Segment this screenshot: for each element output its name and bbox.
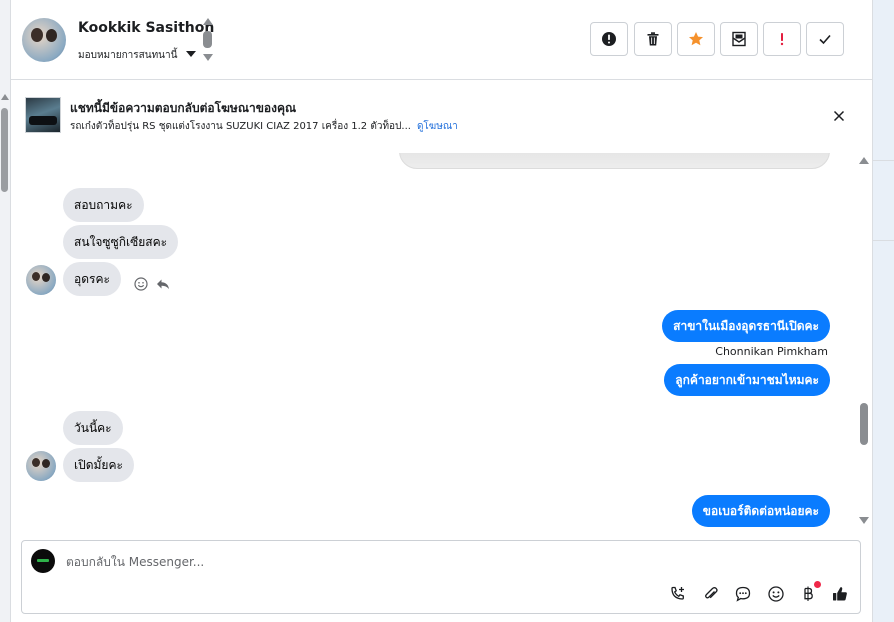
paperclip-icon <box>705 587 718 599</box>
contact-name[interactable]: Kookkik Sasithon <box>78 20 214 36</box>
ad-description: รถเก๋งตัวท็อปรุ่น RS ชุดแต่งโรงงาน SUZUK… <box>70 121 411 132</box>
previous-conversation-icon[interactable] <box>203 18 213 25</box>
alert-circle-icon <box>602 32 616 46</box>
navigator-handle[interactable] <box>203 31 212 48</box>
delete-button[interactable] <box>634 22 672 56</box>
ad-reply-banner: แชทนี้มีข้อความตอบกลับต่อโฆษณาของคุณ รถเ… <box>11 81 872 153</box>
thread-scrollbar[interactable] <box>857 153 871 530</box>
thumbs-up-icon <box>833 587 847 601</box>
contact-avatar-small[interactable] <box>26 265 56 295</box>
trash-icon <box>647 32 659 46</box>
scrollbar-thumb[interactable] <box>1 108 8 192</box>
mark-done-button[interactable] <box>806 22 844 56</box>
scroll-up-arrow-icon[interactable] <box>1 94 9 100</box>
page-avatar <box>31 549 55 573</box>
message-thread[interactable]: สอบถามคะ สนใจซูซูกิเซียสคะ อุดรคะ สาขาใน… <box>11 153 872 530</box>
reply-composer <box>21 540 861 614</box>
incoming-message[interactable]: สนใจซูซูกิเซียสคะ <box>63 225 179 259</box>
check-icon <box>819 34 831 45</box>
call-button[interactable] <box>668 584 688 604</box>
react-button[interactable] <box>133 276 149 292</box>
star-button[interactable] <box>677 22 715 56</box>
outgoing-message[interactable]: สาขาในเมืองอุดรธานีเปิดคะ <box>662 310 830 342</box>
right-side-panel-edge <box>872 0 894 622</box>
divider <box>872 240 894 241</box>
saved-replies-button[interactable] <box>733 584 753 604</box>
phone-plus-icon <box>671 586 684 600</box>
envelope-icon <box>732 31 746 47</box>
divider <box>872 0 873 622</box>
incoming-message[interactable]: สอบถามคะ <box>63 188 144 222</box>
mark-unread-button[interactable] <box>720 22 758 56</box>
mark-spam-button[interactable] <box>590 22 628 56</box>
emoji-button[interactable] <box>766 584 786 604</box>
scroll-down-arrow-icon[interactable] <box>859 517 869 524</box>
exclamation-icon <box>780 33 784 46</box>
incoming-message[interactable]: อุดรคะ <box>63 262 121 296</box>
contact-avatar[interactable] <box>22 18 66 62</box>
conversation-navigator[interactable] <box>202 18 214 64</box>
reply-input[interactable] <box>66 552 666 572</box>
baht-icon <box>804 586 813 601</box>
incoming-message[interactable]: วันนี้คะ <box>63 411 123 445</box>
scrollbar-thumb[interactable] <box>860 403 868 445</box>
sender-name: Chonnikan Pimkham <box>715 345 828 358</box>
divider <box>872 160 894 161</box>
left-scrollbar[interactable] <box>0 0 11 622</box>
close-banner-button[interactable] <box>831 108 847 124</box>
inbox-conversation-panel: Kookkik Sasithon มอบหมายการสนทนานี้ แชทน… <box>0 0 894 622</box>
assign-conversation-dropdown[interactable]: มอบหมายการสนทนานี้ <box>78 48 177 63</box>
ad-description-row: รถเก๋งตัวท็อปรุ่น RS ชุดแต่งโรงงาน SUZUK… <box>70 119 458 134</box>
incoming-message[interactable]: เปิดมั้ยคะ <box>63 448 134 482</box>
flag-important-button[interactable] <box>763 22 801 56</box>
outgoing-message[interactable]: ขอเบอร์ติดต่อหน่อยคะ <box>691 495 830 527</box>
notification-dot <box>814 581 821 588</box>
reply-arrow-icon <box>157 279 169 289</box>
scroll-up-arrow-icon[interactable] <box>859 157 869 164</box>
contact-avatar-small[interactable] <box>26 451 56 481</box>
next-conversation-icon[interactable] <box>203 54 213 61</box>
send-like-button[interactable] <box>830 584 850 604</box>
ad-thumbnail[interactable] <box>25 97 61 133</box>
reply-button[interactable] <box>155 276 171 292</box>
emoji-icon <box>768 586 784 602</box>
view-ad-link[interactable]: ดูโฆษณา <box>417 121 458 132</box>
close-icon <box>833 110 845 122</box>
conversation-header: Kookkik Sasithon มอบหมายการสนทนานี้ <box>11 0 872 80</box>
ad-banner-title: แชทนี้มีข้อความตอบกลับต่อโฆษณาของคุณ <box>70 101 297 115</box>
image-attachment[interactable] <box>399 153 830 169</box>
caret-down-icon[interactable] <box>186 51 196 57</box>
outgoing-message[interactable]: ลูกค้าอยากเข้ามาชมไหมคะ <box>664 364 830 396</box>
chat-bubble-icon <box>735 586 751 602</box>
smiley-icon <box>134 277 148 291</box>
attach-file-button[interactable] <box>701 584 721 604</box>
star-icon <box>689 32 703 46</box>
